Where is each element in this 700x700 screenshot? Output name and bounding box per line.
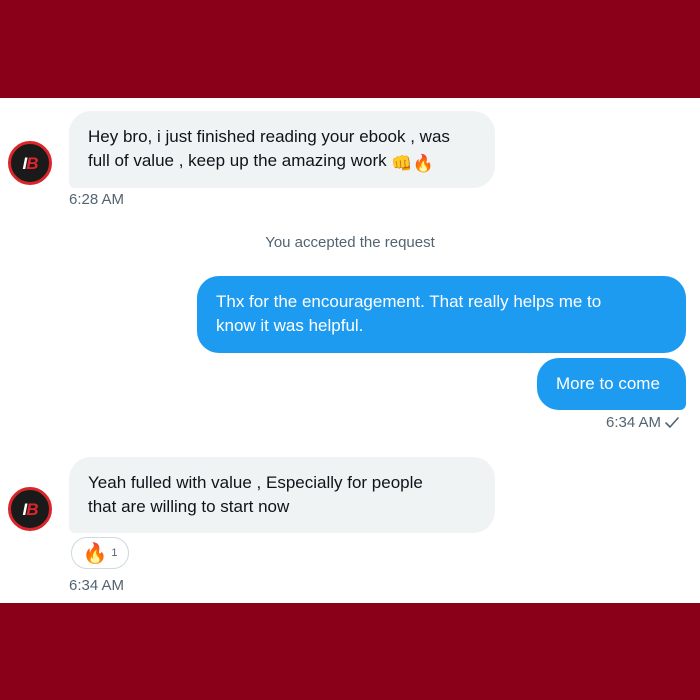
message-text-line: Hey bro, i just finished reading your eb… (88, 127, 450, 146)
outgoing-message-bubble[interactable]: More to come (537, 358, 686, 410)
avatar-logo: IB (22, 499, 38, 519)
incoming-message-bubble[interactable]: Hey bro, i just finished reading your eb… (69, 111, 495, 188)
reaction-count: 1 (111, 547, 118, 559)
top-frame-band (0, 0, 700, 98)
fire-emoji-icon: 🔥 (412, 154, 434, 173)
message-text: More to come (556, 374, 660, 393)
message-text-line: that are willing to start now (88, 497, 290, 516)
message-timestamp: 6:28 AM (69, 191, 125, 208)
message-text-line: know it was helpful. (216, 316, 364, 335)
message-text-line: full of value , keep up the amazing work… (88, 149, 495, 176)
bottom-frame-band (0, 603, 700, 700)
sender-avatar[interactable]: IB (8, 487, 52, 531)
avatar-logo: IB (22, 153, 38, 173)
reaction-badge[interactable]: 🔥 1 (71, 537, 129, 569)
message-timestamp: 6:34 AM (69, 577, 125, 594)
incoming-message-bubble[interactable]: Yeah fulled with value , Especially for … (69, 457, 495, 533)
check-icon (665, 416, 679, 433)
message-timestamp-row: 6:34 AM (606, 414, 679, 433)
message-timestamp: 6:34 AM (606, 414, 662, 431)
fist-bump-emoji-icon: 👊 (391, 154, 413, 173)
outgoing-message-bubble[interactable]: Thx for the encouragement. That really h… (197, 276, 686, 353)
system-notice: You accepted the request (265, 234, 435, 251)
message-text-line: Thx for the encouragement. That really h… (216, 292, 602, 311)
fire-emoji-icon: 🔥 (82, 542, 108, 565)
sender-avatar[interactable]: IB (8, 141, 52, 185)
message-text-line: Yeah fulled with value , Especially for … (88, 473, 423, 492)
conversation-panel[interactable]: IB Hey bro, i just finished reading your… (0, 98, 700, 603)
